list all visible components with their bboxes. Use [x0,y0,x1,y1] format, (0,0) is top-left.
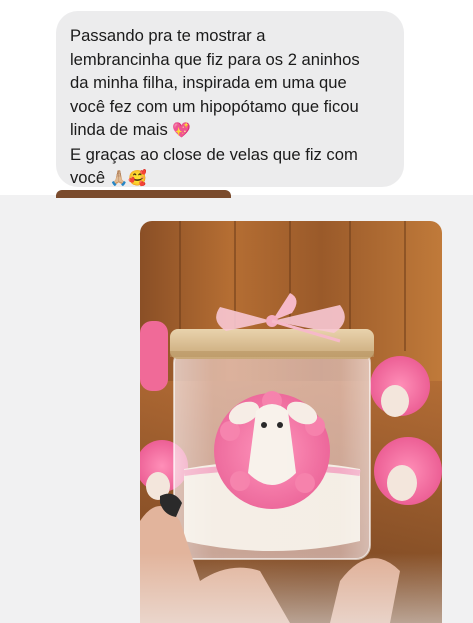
message-line-5: linda de mais [70,120,168,139]
message-line-4: você fez com um hipopótamo que ficou [70,96,359,116]
message-text: Passando pra te mostrar a lembrancinha q… [70,24,390,191]
message-line-5-row: linda de mais 💖 [70,118,390,143]
message-line-6: E graças ao close de velas que fiz com [70,144,358,164]
message-line-7-row: você 🙏🏼🥰 [70,166,390,191]
message-line-2: lembrancinha que fiz para os 2 aninhos [70,49,360,69]
candle-photo-illustration [140,221,442,623]
previous-photo-preview-edge[interactable] [56,190,231,198]
message-line-7: você [70,168,106,187]
sparkling-heart-emoji-icon: 💖 [172,121,192,139]
received-message-bubble[interactable]: Passando pra te mostrar a lembrancinha q… [56,11,404,187]
shared-photo-attachment[interactable] [140,221,442,623]
message-line-1: Passando pra te mostrar a [70,26,266,45]
praying-hands-smiling-hearts-emoji-icon: 🙏🏼🥰 [109,169,148,187]
message-line-3: da minha filha, inspirada em uma que [70,73,347,92]
